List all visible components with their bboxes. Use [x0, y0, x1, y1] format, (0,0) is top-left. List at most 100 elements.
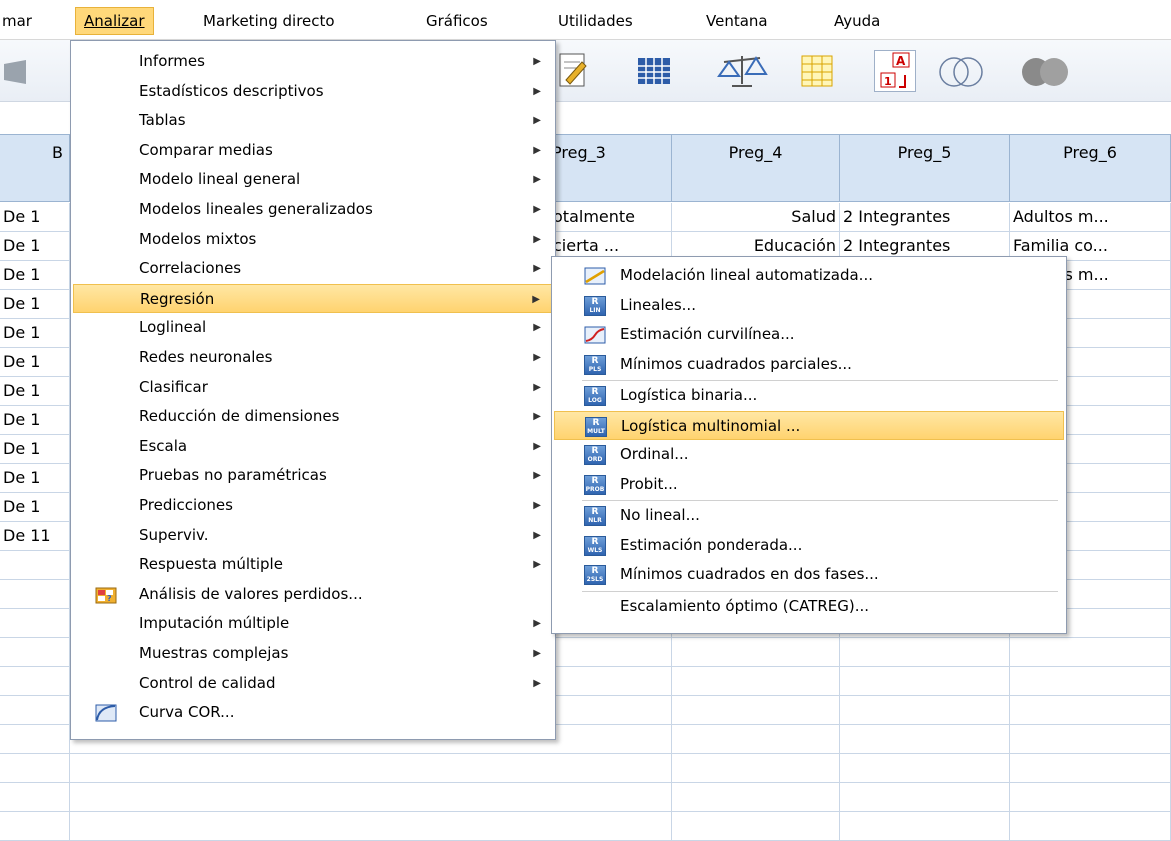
use-variable-sets-icon[interactable] [934, 50, 990, 92]
table-cell[interactable] [550, 696, 672, 724]
table-cell[interactable] [840, 783, 1010, 811]
table-cell[interactable] [672, 812, 840, 840]
table-cell[interactable] [0, 725, 70, 753]
table-cell[interactable] [1010, 812, 1171, 840]
table-cell[interactable]: De 11 [0, 522, 70, 550]
column-header-preg6[interactable]: Preg_6 [1010, 134, 1171, 202]
table-cell[interactable] [840, 667, 1010, 695]
table-cell[interactable] [550, 783, 672, 811]
table-cell[interactable] [0, 580, 70, 608]
table-cell[interactable]: De 1 [0, 319, 70, 347]
menu-item-curva-cor[interactable]: Curva COR... [73, 698, 553, 727]
table-cell[interactable] [672, 725, 840, 753]
menu-item-modelos-lineales-generalizados[interactable]: Modelos lineales generalizados ▶ [73, 195, 553, 224]
menu-ventana[interactable]: Ventana [706, 9, 768, 33]
split-file-icon[interactable] [796, 50, 838, 92]
table-cell[interactable] [1010, 754, 1171, 782]
menu-item-loglineal[interactable]: Loglineal ▶ [73, 313, 553, 342]
menu-item-tablas[interactable]: Tablas ▶ [73, 106, 553, 135]
menu-ayuda[interactable]: Ayuda [834, 9, 880, 33]
submenu-item-ordinal[interactable]: R ORD Ordinal... [554, 440, 1064, 469]
menu-item-informes[interactable]: Informes ▶ [73, 47, 553, 76]
table-cell[interactable] [840, 725, 1010, 753]
table-cell[interactable] [550, 812, 672, 840]
menu-item-modelos-mixtos[interactable]: Modelos mixtos ▶ [73, 225, 553, 254]
table-cell[interactable] [0, 609, 70, 637]
table-cell[interactable]: De 1 [0, 261, 70, 289]
table-cell[interactable] [672, 667, 840, 695]
table-cell[interactable]: De 1 [0, 435, 70, 463]
menu-item-regresión[interactable]: Regresión ▶ [73, 283, 553, 313]
table-cell[interactable]: Salud [672, 203, 840, 231]
table-cell[interactable]: De 1 [0, 493, 70, 521]
table-cell[interactable]: De 1 [0, 203, 70, 231]
menu-item-modelo-lineal-general[interactable]: Modelo lineal general ▶ [73, 165, 553, 194]
table-cell[interactable] [1010, 783, 1171, 811]
table-cell[interactable]: De 1 [0, 232, 70, 260]
menu-item-respuesta-múltiple[interactable]: Respuesta múltiple ▶ [73, 550, 553, 579]
table-cell[interactable] [0, 783, 70, 811]
table-cell[interactable] [672, 783, 840, 811]
submenu-item-mínimos-cuadrados-en-dos-fases[interactable]: R 2SLS Mínimos cuadrados en dos fases... [554, 560, 1064, 589]
submenu-item-lineales[interactable]: R LIN Lineales... [554, 291, 1064, 320]
column-header-preg4[interactable]: Preg_4 [672, 134, 840, 202]
table-cell[interactable] [0, 638, 70, 666]
table-cell[interactable]: De 1 [0, 348, 70, 376]
submenu-item-estimación-curvilínea[interactable]: Estimación curvilínea... [554, 320, 1064, 349]
table-cell[interactable] [550, 725, 672, 753]
table-cell[interactable] [840, 812, 1010, 840]
table-cell[interactable] [0, 812, 70, 840]
menu-utilidades[interactable]: Utilidades [558, 9, 633, 33]
menu-item-pruebas-no-paramétricas[interactable]: Pruebas no paramétricas ▶ [73, 461, 553, 490]
table-cell[interactable] [1010, 725, 1171, 753]
menu-item-redes-neuronales[interactable]: Redes neuronales ▶ [73, 343, 553, 372]
table-cell[interactable]: De 1 [0, 406, 70, 434]
table-cell[interactable] [1010, 667, 1171, 695]
table-cell[interactable] [550, 638, 672, 666]
table-cell[interactable]: De 1 [0, 464, 70, 492]
table-cell[interactable] [840, 638, 1010, 666]
menu-item-comparar-medias[interactable]: Comparar medias ▶ [73, 136, 553, 165]
table-cell[interactable]: De 1 [0, 290, 70, 318]
table-cell[interactable] [0, 754, 70, 782]
table-cell[interactable] [1010, 638, 1171, 666]
menu-item-clasificar[interactable]: Clasificar ▶ [73, 373, 553, 402]
weight-cases-icon[interactable] [716, 50, 768, 92]
table-cell[interactable]: 2 Integrantes [840, 203, 1010, 231]
menu-transformar[interactable]: mar [2, 9, 32, 33]
menu-item-predicciones[interactable]: Predicciones ▶ [73, 491, 553, 520]
table-cell[interactable] [0, 696, 70, 724]
submenu-item-logística-multinomial[interactable]: R MULT Logística multinomial ... [554, 410, 1064, 440]
table-cell[interactable] [0, 667, 70, 695]
toolbar-partial-icon[interactable] [0, 50, 42, 92]
show-all-variables-icon[interactable] [1016, 50, 1080, 92]
menu-item-muestras-complejas[interactable]: Muestras complejas ▶ [73, 639, 553, 668]
menu-item-superviv[interactable]: Superviv. ▶ [73, 521, 553, 550]
menu-marketing-directo[interactable]: Marketing directo [203, 9, 335, 33]
menu-analizar[interactable]: Analizar [75, 7, 154, 35]
table-cell[interactable] [1010, 696, 1171, 724]
table-cell[interactable] [672, 754, 840, 782]
table-cell[interactable] [0, 551, 70, 579]
menu-item-control-de-calidad[interactable]: Control de calidad ▶ [73, 669, 553, 698]
submenu-item-escalamiento-óptimo-catreg[interactable]: Escalamiento óptimo (CATREG)... [554, 592, 1064, 621]
menu-item-estadísticos-descriptivos[interactable]: Estadísticos descriptivos ▶ [73, 77, 553, 106]
menu-item-escala[interactable]: Escala ▶ [73, 432, 553, 461]
column-header-preg5[interactable]: Preg_5 [840, 134, 1010, 202]
table-cell[interactable] [672, 638, 840, 666]
data-grid-icon[interactable] [634, 50, 676, 92]
column-header-b[interactable]: B [0, 134, 70, 202]
table-cell[interactable]: De 1 [0, 377, 70, 405]
table-cell[interactable] [550, 667, 672, 695]
menu-item-correlaciones[interactable]: Correlaciones ▶ [73, 254, 553, 283]
submenu-item-modelación-lineal-automatizada[interactable]: Modelación lineal automatizada... [554, 261, 1064, 290]
submenu-item-logística-binaria[interactable]: R LOG Logística binaria... [554, 381, 1064, 410]
menu-item-análisis-de-valores-perdidos[interactable]: ? Análisis de valores perdidos... [73, 580, 553, 609]
table-cell[interactable]: otalmente [550, 203, 672, 231]
submenu-item-mínimos-cuadrados-parciales[interactable]: R PLS Mínimos cuadrados parciales... [554, 350, 1064, 379]
table-cell[interactable] [550, 754, 672, 782]
table-cell[interactable] [840, 754, 1010, 782]
submenu-item-estimación-ponderada[interactable]: R WLS Estimación ponderada... [554, 531, 1064, 560]
table-cell[interactable]: Adultos m... [1010, 203, 1171, 231]
menu-item-reducción-de-dimensiones[interactable]: Reducción de dimensiones ▶ [73, 402, 553, 431]
